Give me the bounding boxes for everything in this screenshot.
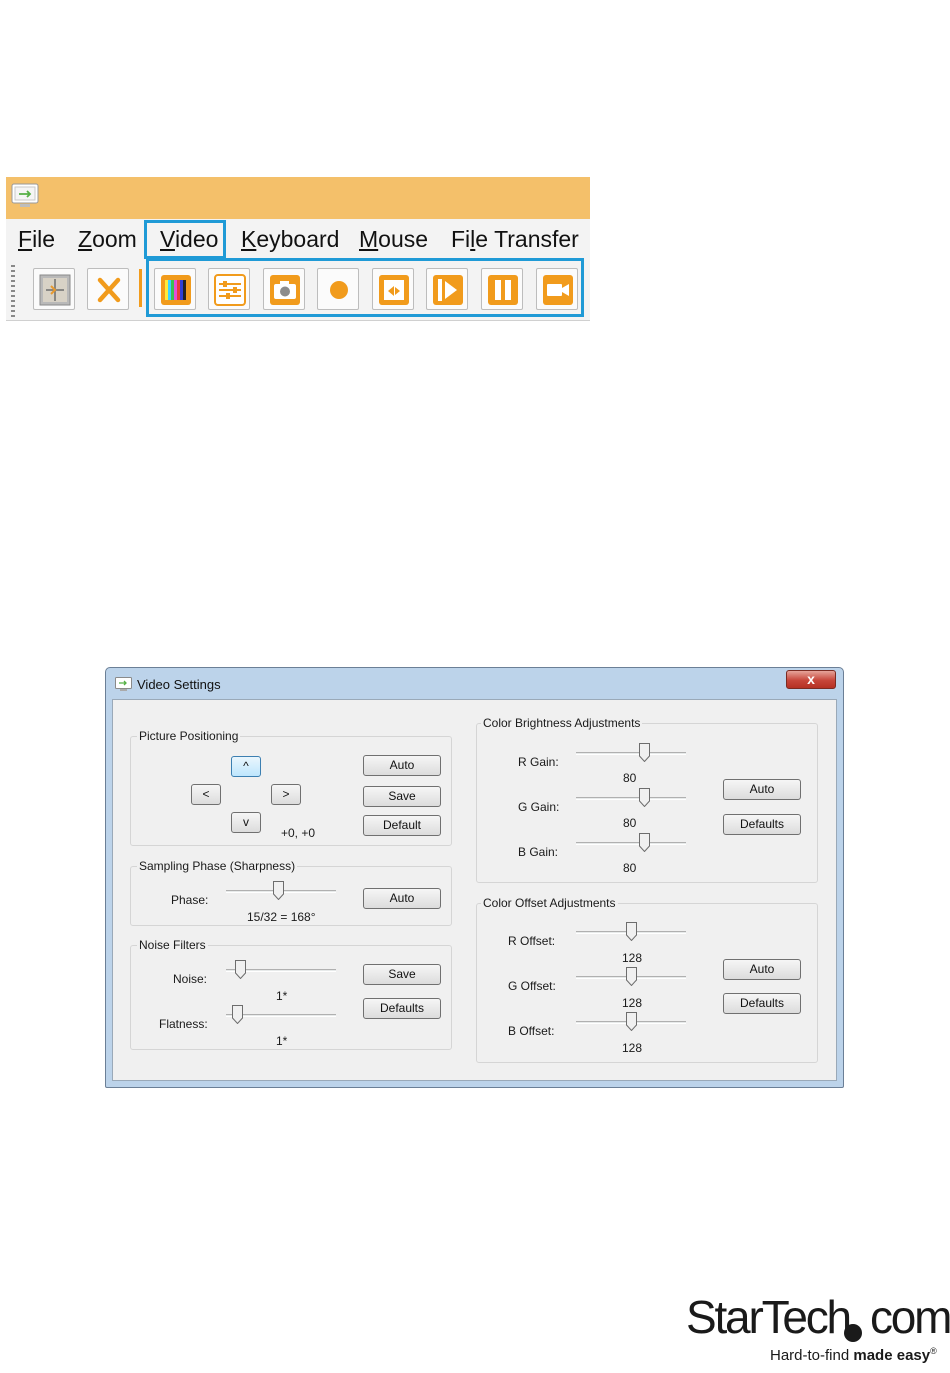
move-right-button[interactable]: > [271, 784, 301, 805]
noise-filters-title: Noise Filters [137, 938, 208, 952]
toolbar-separator [139, 269, 142, 307]
toolbar-grip[interactable] [11, 265, 15, 317]
r-offset-slider-thumb[interactable] [626, 922, 637, 941]
position-value: +0, +0 [281, 826, 316, 840]
offset-defaults-button[interactable]: Defaults [723, 993, 801, 1014]
g-gain-slider-track[interactable] [576, 797, 686, 800]
noise-value: 1* [276, 989, 288, 1003]
full-screen-icon [39, 274, 71, 306]
sampling-phase-title: Sampling Phase (Sharpness) [137, 859, 298, 873]
g-gain-value: 80 [623, 816, 637, 830]
startech-logo: StarTech com Hard-to-find made easy® [686, 1290, 950, 1370]
menu-keyboard[interactable]: Keyboard [241, 223, 339, 255]
video-toolbar-highlight [146, 258, 584, 317]
noise-save-button[interactable]: Save [363, 964, 441, 985]
move-left-button[interactable]: < [191, 784, 221, 805]
phase-value: 15/32 = 168° [247, 910, 316, 924]
b-gain-slider-thumb[interactable] [639, 833, 650, 852]
color-offset-title: Color Offset Adjustments [481, 896, 618, 910]
title-bar [6, 177, 590, 219]
logo-dot [844, 1324, 862, 1342]
app-window-strip: File Zoom Video Keyboard Mouse File Tran… [6, 177, 590, 321]
r-gain-value: 80 [623, 771, 637, 785]
app-icon [11, 183, 39, 207]
menu-video-highlight [144, 220, 226, 259]
noise-defaults-button[interactable]: Defaults [363, 998, 441, 1019]
noise-label: Noise: [173, 972, 208, 986]
flatness-slider-thumb[interactable] [232, 1005, 243, 1024]
b-gain-value: 80 [623, 861, 637, 875]
picture-positioning-title: Picture Positioning [137, 729, 241, 743]
dialog-title: Video Settings [137, 677, 221, 692]
exit-icon [97, 277, 121, 303]
logo-tagline: Hard-to-find made easy® [770, 1346, 937, 1364]
offset-auto-button[interactable]: Auto [723, 959, 801, 980]
g-offset-slider-thumb[interactable] [626, 967, 637, 986]
phase-label: Phase: [171, 893, 209, 907]
g-gain-label: G Gain: [518, 800, 560, 814]
r-gain-label: R Gain: [518, 755, 559, 769]
brightness-auto-button[interactable]: Auto [723, 779, 801, 800]
noise-slider-thumb[interactable] [235, 960, 246, 979]
menu-file[interactable]: File [18, 223, 55, 255]
flatness-label: Flatness: [159, 1017, 208, 1031]
b-offset-value: 128 [622, 1041, 643, 1055]
positioning-auto-button[interactable]: Auto [363, 755, 441, 776]
b-offset-label: B Offset: [508, 1024, 555, 1038]
flatness-value: 1* [276, 1034, 288, 1048]
r-gain-slider-thumb[interactable] [639, 743, 650, 762]
r-gain-slider-track[interactable] [576, 752, 686, 755]
close-button[interactable]: x [786, 670, 836, 689]
move-down-button[interactable]: v [231, 812, 261, 833]
g-offset-value: 128 [622, 996, 643, 1010]
exit-button[interactable] [87, 268, 129, 310]
positioning-default-button[interactable]: Default [363, 815, 441, 836]
r-offset-label: R Offset: [508, 934, 556, 948]
dialog-client: Picture Positioning ^ < > v +0, +0 Auto … [112, 699, 837, 1081]
brightness-defaults-button[interactable]: Defaults [723, 814, 801, 835]
b-offset-slider-thumb[interactable] [626, 1012, 637, 1031]
positioning-save-button[interactable]: Save [363, 786, 441, 807]
color-brightness-title: Color Brightness Adjustments [481, 716, 643, 730]
menu-zoom[interactable]: Zoom [78, 223, 137, 255]
full-screen-button[interactable] [33, 268, 75, 310]
dialog-app-icon [115, 677, 132, 691]
move-up-button[interactable]: ^ [231, 756, 261, 777]
menu-file-transfer[interactable]: File Transfer [451, 223, 579, 255]
logo-wordmark: StarTech com [686, 1291, 950, 1343]
r-offset-value: 128 [622, 951, 643, 965]
phase-auto-button[interactable]: Auto [363, 888, 441, 909]
g-gain-slider-thumb[interactable] [639, 788, 650, 807]
g-offset-label: G Offset: [508, 979, 556, 993]
phase-slider-thumb[interactable] [272, 881, 284, 900]
menu-mouse[interactable]: Mouse [359, 223, 428, 255]
video-settings-dialog: Video Settings x Picture Positioning ^ <… [105, 667, 844, 1088]
b-gain-slider-track[interactable] [576, 842, 686, 845]
b-gain-label: B Gain: [518, 845, 559, 859]
